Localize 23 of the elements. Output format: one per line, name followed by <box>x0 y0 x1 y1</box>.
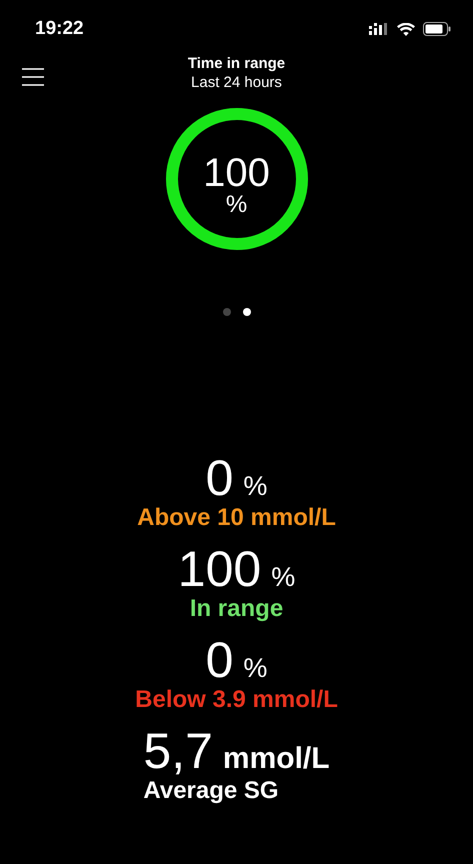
stat-label: Average SG <box>143 777 279 805</box>
stat-value: 5,7 <box>143 725 213 777</box>
stat-unit: % <box>271 562 296 593</box>
wifi-icon <box>397 22 415 36</box>
page-dot[interactable] <box>222 308 230 316</box>
stat-label: Above 10 mmol/L <box>137 504 336 532</box>
ring-unit: % <box>226 193 248 217</box>
stat-label: Below 3.9 mmol/L <box>135 686 338 714</box>
ring-value: 100 <box>203 153 270 193</box>
signal-icon <box>369 23 389 35</box>
status-time: 19:22 <box>35 18 84 40</box>
page-dot[interactable] <box>242 308 250 316</box>
stat-unit: % <box>243 653 268 684</box>
screen-subtitle: Last 24 hours <box>191 73 282 93</box>
stat-unit: % <box>243 471 268 502</box>
stat-value: 100 <box>178 543 262 595</box>
stat-label: In range <box>190 595 284 623</box>
stat-value: 0 <box>206 634 234 686</box>
stat-value: 0 <box>206 452 234 504</box>
stat-unit: mmol/L <box>222 742 330 776</box>
menu-icon[interactable] <box>22 68 44 86</box>
battery-icon <box>423 22 451 36</box>
screen-title: Time in range <box>188 54 286 73</box>
